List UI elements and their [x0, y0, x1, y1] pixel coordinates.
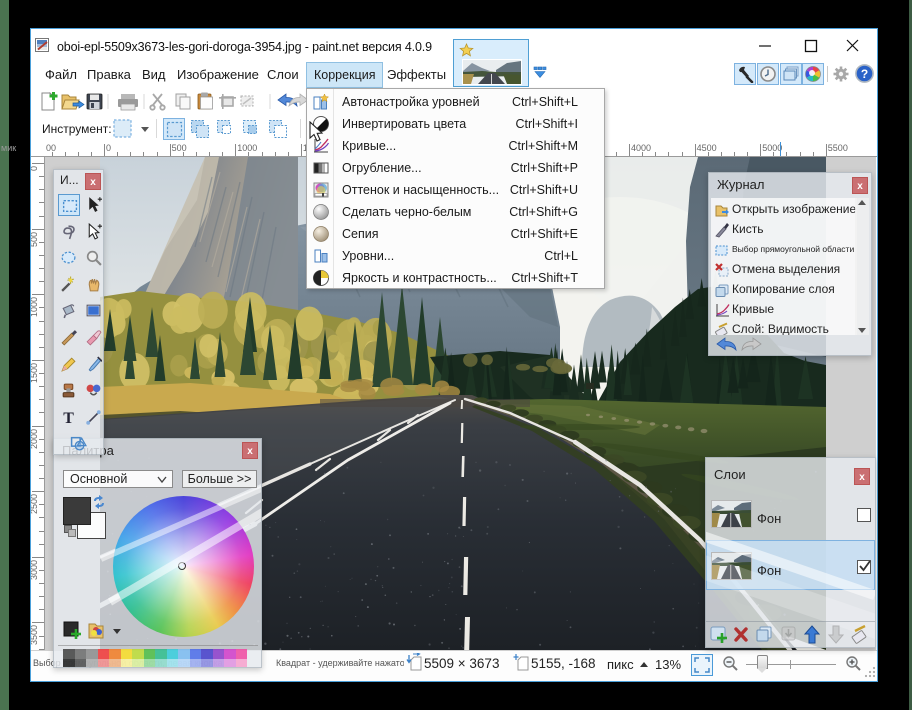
- svg-text:T: T: [63, 410, 74, 426]
- svg-text:?: ?: [861, 67, 868, 81]
